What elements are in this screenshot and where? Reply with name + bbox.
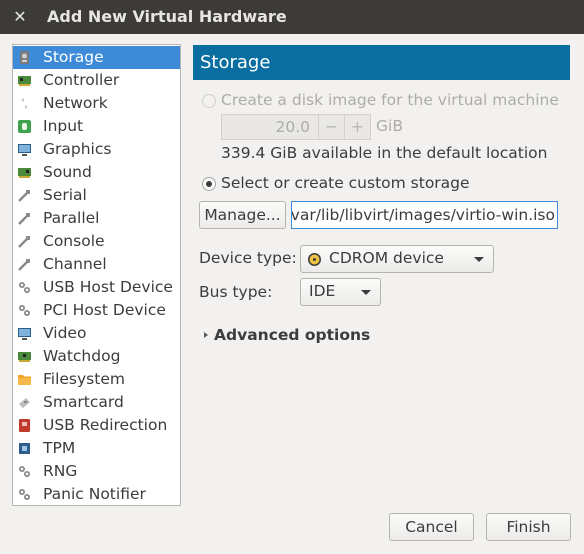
title-bar: ✕ Add New Virtual Hardware <box>0 0 584 34</box>
sidebar-item-label: Storage <box>43 48 104 66</box>
available-space-text: 339.4 GiB available in the default locat… <box>221 144 548 162</box>
tpm-icon <box>19 443 30 454</box>
sidebar-item-label: Channel <box>43 255 107 273</box>
smartcard-icon <box>19 398 30 408</box>
storage-path-input[interactable]: /var/lib/libvirt/images/virtio-win.iso <box>291 201 558 229</box>
window-title: Add New Virtual Hardware <box>47 7 287 26</box>
sidebar-item-label: RNG <box>43 462 78 480</box>
network-icon <box>21 98 28 109</box>
sidebar-item-usb-redirection[interactable]: USB Redirection <box>13 414 180 437</box>
storage-path-value: /var/lib/libvirt/images/virtio-win.iso <box>291 206 555 224</box>
sidebar-item-label: Input <box>43 117 84 135</box>
sidebar-item-video[interactable]: Video <box>13 322 180 345</box>
sidebar-item-label: Panic Notifier <box>43 485 146 503</box>
pci-icon <box>19 305 30 316</box>
sidebar-item-pci-host-device[interactable]: PCI Host Device <box>13 299 180 322</box>
sidebar-item-label: Console <box>43 232 105 250</box>
hardware-list: Storage Controller Network Input Graphic… <box>12 44 181 506</box>
custom-storage-label: Select or create custom storage <box>221 174 470 192</box>
sidebar-item-label: TPM <box>43 439 76 457</box>
device-type-label: Device type: <box>199 249 297 267</box>
sidebar-item-storage[interactable]: Storage <box>13 46 180 69</box>
cdrom-icon <box>308 253 321 266</box>
create-disk-label: Create a disk image for the virtual mach… <box>221 91 559 109</box>
sidebar-item-panic-notifier[interactable]: Panic Notifier <box>13 483 180 505</box>
console-icon <box>18 236 30 248</box>
decrease-size-button[interactable]: − <box>318 115 344 139</box>
device-type-select[interactable]: CDROM device <box>300 245 494 273</box>
controller-icon <box>18 76 31 86</box>
serial-icon <box>18 190 30 202</box>
sidebar-item-controller[interactable]: Controller <box>13 69 180 92</box>
usb-icon <box>19 282 30 293</box>
finish-button[interactable]: Finish <box>486 513 571 541</box>
sidebar-item-label: PCI Host Device <box>43 301 166 319</box>
sidebar-item-input[interactable]: Input <box>13 115 180 138</box>
watchdog-icon <box>18 352 31 362</box>
sidebar-item-label: Network <box>43 94 108 112</box>
sidebar-item-label: Video <box>43 324 87 342</box>
sidebar-item-watchdog[interactable]: Watchdog <box>13 345 180 368</box>
sidebar-item-filesystem[interactable]: Filesystem <box>13 368 180 391</box>
sidebar-item-label: Graphics <box>43 140 112 158</box>
bus-type-label: Bus type: <box>199 283 273 301</box>
sidebar-item-label: USB Redirection <box>43 416 168 434</box>
cancel-button[interactable]: Cancel <box>389 513 474 541</box>
page-title: Storage <box>193 45 570 80</box>
sidebar-item-label: USB Host Device <box>43 278 173 296</box>
sidebar-item-graphics[interactable]: Graphics <box>13 138 180 161</box>
sidebar-item-usb-host-device[interactable]: USB Host Device <box>13 276 180 299</box>
disk-size-spinner[interactable]: 20.0 − + <box>221 114 371 140</box>
monitor-icon <box>18 144 31 156</box>
sidebar-item-console[interactable]: Console <box>13 230 180 253</box>
sidebar-item-label: Parallel <box>43 209 100 227</box>
parallel-icon <box>18 213 30 225</box>
sidebar-item-label: Smartcard <box>43 393 124 411</box>
video-icon <box>18 328 31 340</box>
bus-type-value: IDE <box>309 282 336 300</box>
channel-icon <box>18 259 30 271</box>
manage-button[interactable]: Manage... <box>199 201 286 229</box>
close-icon[interactable]: ✕ <box>10 7 30 27</box>
bus-type-select[interactable]: IDE <box>300 278 381 306</box>
rng-icon <box>19 466 30 477</box>
sidebar-item-label: Sound <box>43 163 92 181</box>
sidebar-item-label: Watchdog <box>43 347 121 365</box>
sidebar-item-serial[interactable]: Serial <box>13 184 180 207</box>
usb-redirection-icon <box>19 419 30 432</box>
sidebar-item-smartcard[interactable]: Smartcard <box>13 391 180 414</box>
custom-storage-radio[interactable] <box>202 177 216 191</box>
sidebar-item-channel[interactable]: Channel <box>13 253 180 276</box>
chevron-down-icon <box>474 257 484 262</box>
panic-notifier-icon <box>19 489 30 500</box>
sidebar-item-label: Controller <box>43 71 120 89</box>
sidebar-item-label: Serial <box>43 186 87 204</box>
sidebar-item-network[interactable]: Network <box>13 92 180 115</box>
sidebar-item-label: Filesystem <box>43 370 125 388</box>
chevron-down-icon <box>361 290 371 295</box>
increase-size-button[interactable]: + <box>344 115 370 139</box>
sidebar-item-tpm[interactable]: TPM <box>13 437 180 460</box>
folder-icon <box>18 375 31 385</box>
sidebar-item-rng[interactable]: RNG <box>13 460 180 483</box>
sound-card-icon <box>18 168 31 178</box>
sidebar-item-sound[interactable]: Sound <box>13 161 180 184</box>
advanced-options-expander[interactable]: Advanced options <box>214 326 370 344</box>
disk-size-value: 20.0 <box>275 118 310 136</box>
device-type-value: CDROM device <box>329 249 444 267</box>
disk-size-unit: GiB <box>376 117 403 135</box>
disk-icon <box>20 51 29 64</box>
expander-arrow-icon[interactable] <box>204 332 208 338</box>
input-icon <box>18 120 31 133</box>
sidebar-item-parallel[interactable]: Parallel <box>13 207 180 230</box>
create-disk-radio[interactable] <box>202 94 216 108</box>
